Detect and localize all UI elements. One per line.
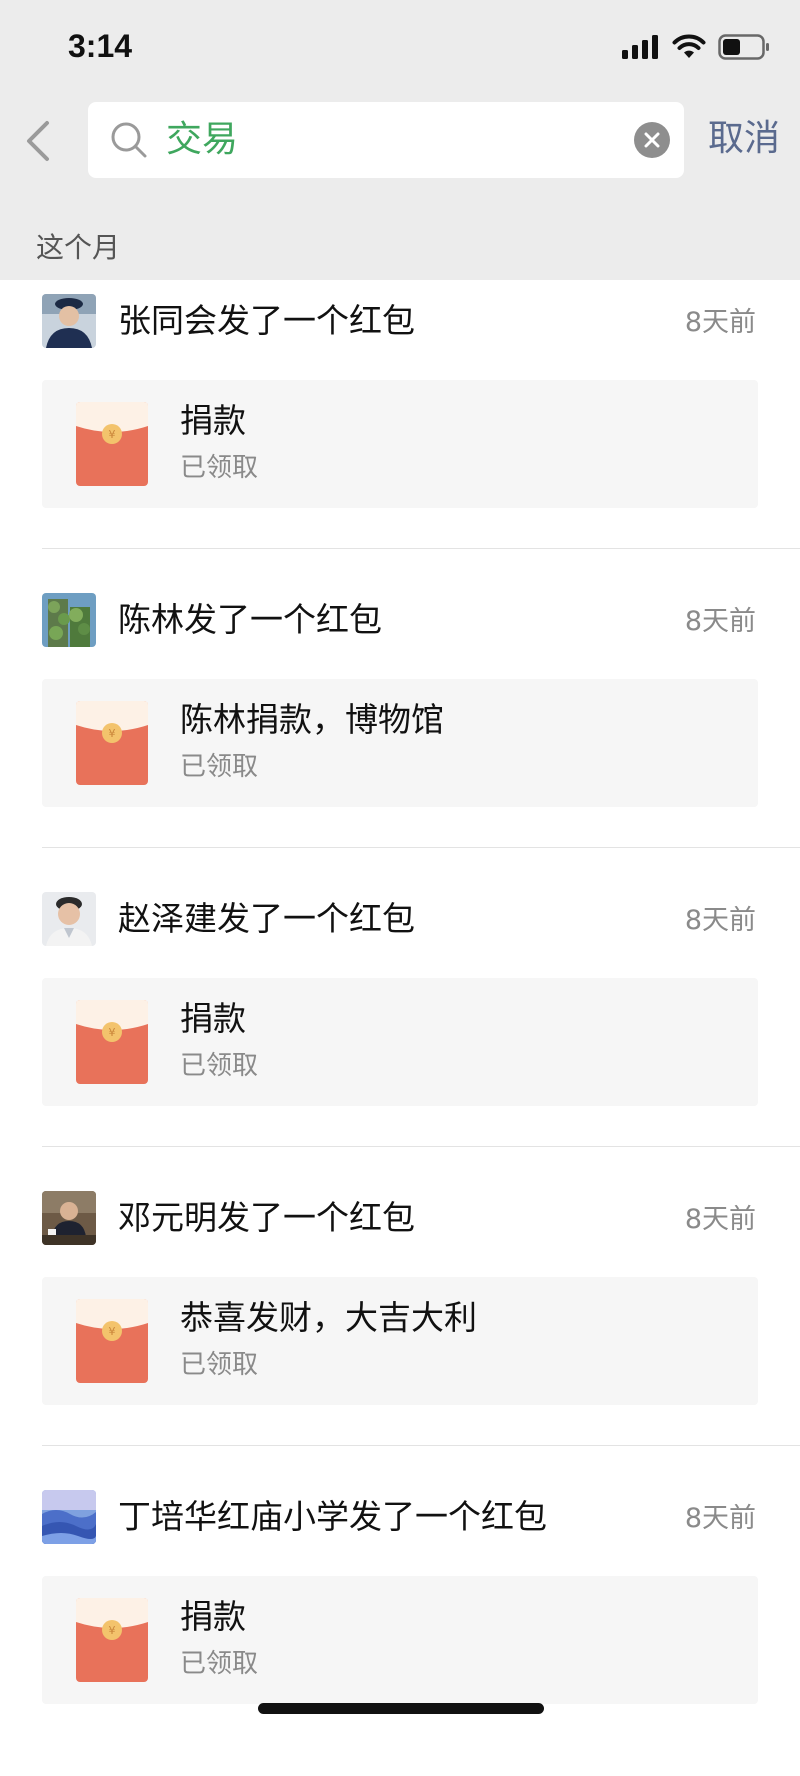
status-time: 3:14 [68, 28, 133, 64]
divider [42, 1445, 800, 1446]
item-time: 8天前 [684, 1503, 756, 1534]
card-status: 已领取 [180, 752, 259, 782]
search-header: 3:14 交易 取消 这个月 [0, 0, 800, 280]
red-packet-card[interactable]: ¥ 捐款 已领取 [42, 1576, 758, 1704]
item-header: 张同会发了一个红包 8天前 [0, 280, 800, 364]
card-status: 已领取 [180, 1350, 259, 1380]
section-label: 这个月 [36, 231, 121, 264]
red-envelope-icon: ¥ [76, 402, 148, 486]
avatar[interactable] [42, 1490, 96, 1544]
back-button[interactable] [18, 118, 58, 164]
home-indicator[interactable] [258, 1703, 544, 1714]
svg-text:¥: ¥ [109, 1624, 116, 1637]
divider [42, 548, 800, 549]
item-time: 8天前 [684, 307, 756, 338]
red-packet-card[interactable]: ¥ 恭喜发财，大吉大利 已领取 [42, 1277, 758, 1405]
item-header: 赵泽建发了一个红包 8天前 [0, 878, 800, 962]
card-title: 恭喜发财，大吉大利 [180, 1298, 477, 1337]
red-envelope-icon: ¥ [76, 1598, 148, 1682]
svg-text:¥: ¥ [109, 1325, 116, 1338]
avatar[interactable] [42, 593, 96, 647]
item-header: 丁培华红庙小学发了一个红包 8天前 [0, 1476, 800, 1560]
card-status: 已领取 [180, 1051, 259, 1081]
cellular-signal-icon [622, 35, 660, 63]
red-envelope-icon: ¥ [76, 1000, 148, 1084]
search-input[interactable]: 交易 [88, 102, 684, 178]
item-time: 8天前 [684, 905, 756, 936]
red-envelope-icon: ¥ [76, 701, 148, 785]
clear-search-button[interactable] [634, 122, 670, 158]
item-header: 陈林发了一个红包 8天前 [0, 579, 800, 663]
item-title: 陈林发了一个红包 [118, 600, 382, 639]
red-envelope-icon: ¥ [76, 1299, 148, 1383]
search-query: 交易 [166, 119, 239, 160]
red-packet-card[interactable]: ¥ 捐款 已领取 [42, 978, 758, 1106]
item-time: 8天前 [684, 606, 756, 637]
red-packet-card[interactable]: ¥ 捐款 已领取 [42, 380, 758, 508]
list-item[interactable]: 陈林发了一个红包 8天前 ¥ 陈林捐款，博物馆 已领取 [0, 579, 800, 879]
card-title: 捐款 [180, 401, 246, 440]
red-packet-card[interactable]: ¥ 陈林捐款，博物馆 已领取 [42, 679, 758, 807]
svg-text:¥: ¥ [109, 428, 116, 441]
divider [42, 847, 800, 848]
card-status: 已领取 [180, 453, 259, 483]
item-title: 赵泽建发了一个红包 [118, 899, 415, 938]
list-item[interactable]: 邓元明发了一个红包 8天前 ¥ 恭喜发财，大吉大利 已领取 [0, 1177, 800, 1477]
avatar[interactable] [42, 892, 96, 946]
card-title: 陈林捐款，博物馆 [180, 700, 444, 739]
avatar[interactable] [42, 294, 96, 348]
wifi-icon [672, 34, 706, 64]
svg-text:¥: ¥ [109, 1026, 116, 1039]
battery-icon [718, 34, 770, 64]
list-item[interactable]: 丁培华红庙小学发了一个红包 8天前 ¥ 捐款 已领取 [0, 1476, 800, 1776]
list-item[interactable]: 赵泽建发了一个红包 8天前 ¥ 捐款 已领取 [0, 878, 800, 1178]
item-title: 丁培华红庙小学发了一个红包 [118, 1497, 547, 1536]
card-status: 已领取 [180, 1649, 259, 1679]
status-icons [622, 34, 770, 64]
search-row: 交易 取消 [0, 102, 800, 178]
card-title: 捐款 [180, 999, 246, 1038]
card-title: 捐款 [180, 1597, 246, 1636]
divider [42, 1146, 800, 1147]
search-icon [110, 121, 148, 163]
list-item[interactable]: 张同会发了一个红包 8天前 ¥ 捐款 已领取 [0, 280, 800, 580]
item-title: 邓元明发了一个红包 [118, 1198, 415, 1237]
avatar[interactable] [42, 1191, 96, 1245]
item-header: 邓元明发了一个红包 8天前 [0, 1177, 800, 1261]
close-icon [644, 132, 660, 148]
item-time: 8天前 [684, 1204, 756, 1235]
chevron-left-icon [27, 121, 49, 161]
cancel-button[interactable]: 取消 [708, 116, 780, 162]
svg-text:¥: ¥ [109, 727, 116, 740]
item-title: 张同会发了一个红包 [118, 301, 415, 340]
status-bar: 3:14 [0, 0, 800, 96]
